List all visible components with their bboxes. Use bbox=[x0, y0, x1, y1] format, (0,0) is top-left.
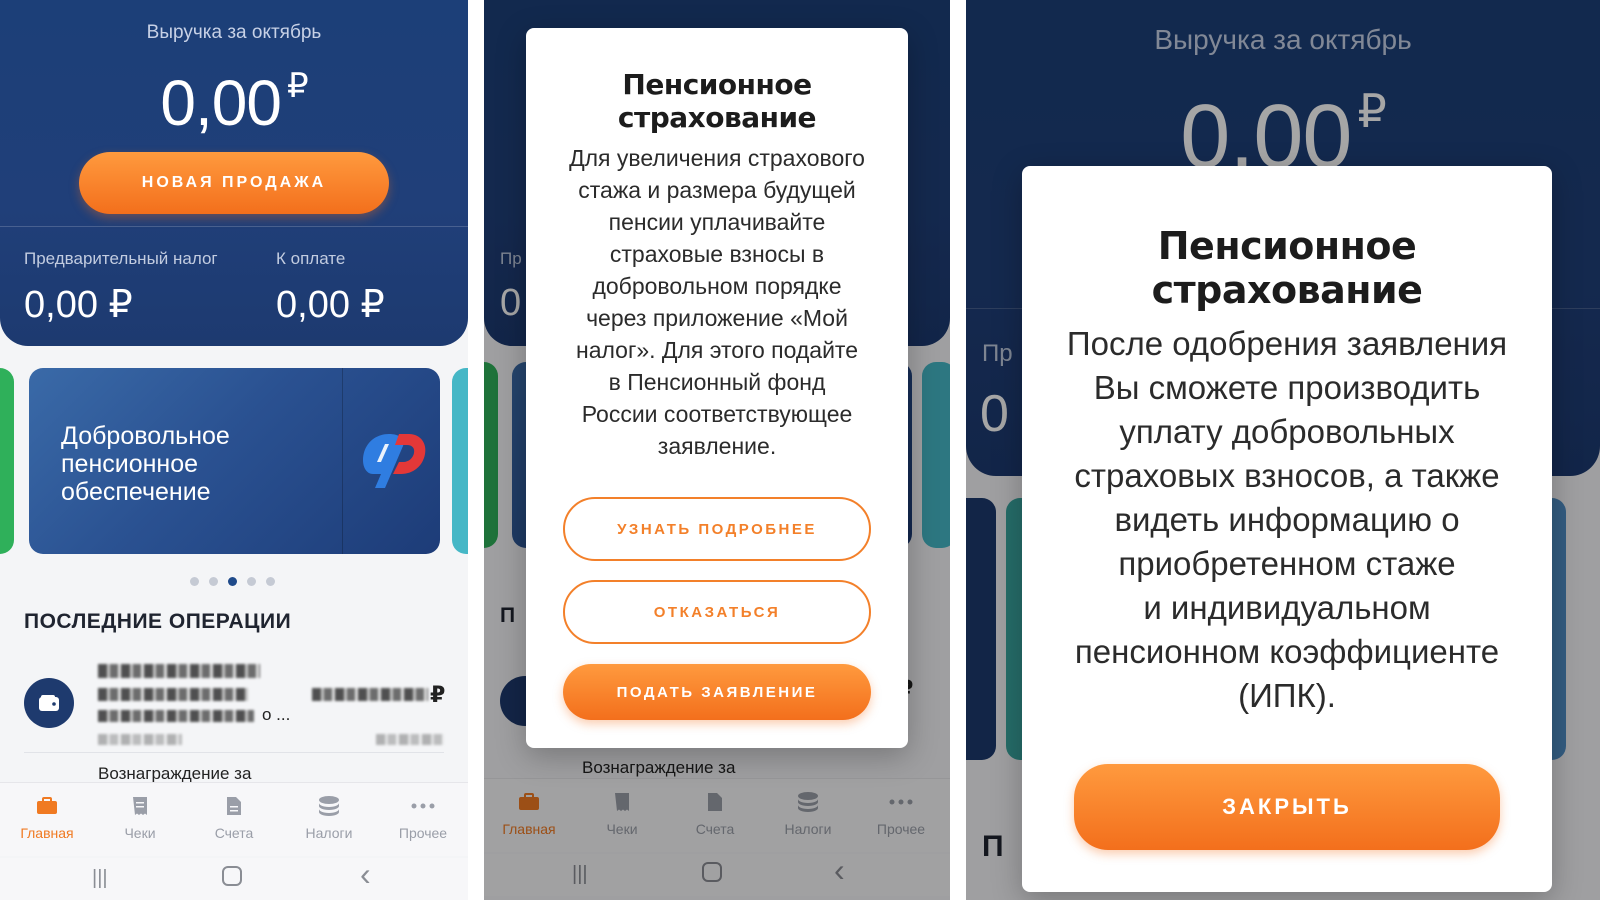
pension-info-screen: Выручка за октябрь 0,00 ₽ Пр 0 П Пенсионн… bbox=[966, 0, 1600, 900]
revenue-title: Выручка за октябрь bbox=[146, 22, 322, 43]
pension-info-dialog: Пенсионное страхование После одобрения з… bbox=[1022, 166, 1552, 892]
dialog-body-line: страховых взносов, а также bbox=[1074, 457, 1500, 494]
carousel-dot[interactable] bbox=[190, 577, 199, 586]
operation-desc-ellipsis: о ... bbox=[262, 705, 291, 724]
revenue-amount: 0,00 ₽ bbox=[160, 67, 308, 139]
tab-taxes[interactable]: Налоги bbox=[284, 793, 374, 841]
dialog-body-line: в Пенсионный фонд bbox=[608, 369, 826, 395]
carousel-prev-card[interactable] bbox=[0, 368, 14, 554]
dialog-body-line: Вы сможете производить bbox=[1093, 369, 1481, 406]
dialog-body-line: пенсионном коэффициенте bbox=[1074, 633, 1500, 670]
dialog-body-line: России соответствующее bbox=[581, 401, 853, 427]
operation-title-redacted bbox=[98, 664, 260, 678]
home-screen: Выручка за октябрь 0,00 ₽ НОВАЯ ПРОДАЖА П… bbox=[0, 0, 468, 900]
bottom-tab-bar: Главная Чеки Счета Налоги Прочее bbox=[0, 782, 468, 856]
close-button[interactable]: ЗАКРЫТЬ bbox=[1074, 764, 1500, 850]
dialog-body-line: уплату добровольных bbox=[1119, 413, 1455, 450]
dialog-body-line: добровольном порядке bbox=[592, 273, 842, 299]
pension-dialog-screen: Пр 0 П ₽ ₽ Вознаграждение за Главная Чек… bbox=[484, 0, 950, 900]
carousel-dot[interactable] bbox=[247, 577, 256, 586]
operation-currency: ₽ bbox=[430, 682, 446, 707]
tab-receipts[interactable]: Чеки bbox=[95, 793, 185, 841]
briefcase-icon bbox=[2, 793, 92, 819]
pension-promo-card[interactable]: Добровольное пенсионное обеспечение bbox=[29, 368, 440, 554]
recent-operations-title: ПОСЛЕДНИЕ ОПЕРАЦИИ bbox=[24, 610, 292, 633]
back-button[interactable]: ‹ bbox=[360, 858, 371, 890]
new-sale-button[interactable]: НОВАЯ ПРОДАЖА bbox=[79, 152, 389, 214]
carousel-dot-active[interactable] bbox=[228, 577, 237, 586]
pension-insurance-dialog: Пенсионное страхование Для увеличения ст… bbox=[526, 28, 908, 748]
dialog-body-line: через приложение «Мой bbox=[586, 305, 848, 331]
more-icon bbox=[378, 793, 468, 819]
dialog-title: Пенсионное страхование bbox=[1151, 224, 1423, 312]
operation-amount-redacted bbox=[312, 688, 428, 701]
carousel-next-card[interactable] bbox=[452, 368, 468, 554]
receipt-icon bbox=[95, 793, 185, 819]
operation-desc-redacted bbox=[98, 710, 254, 722]
to-pay-value: 0,00 ₽ bbox=[276, 284, 385, 326]
next-operation-title: Вознаграждение за bbox=[98, 764, 252, 783]
wallet-icon bbox=[24, 678, 74, 728]
document-icon bbox=[189, 793, 279, 819]
system-nav-bar: ||| ‹ bbox=[0, 858, 468, 900]
hero-divider bbox=[0, 226, 468, 227]
dialog-body-line: заявление. bbox=[657, 433, 777, 459]
carousel-dots[interactable] bbox=[190, 577, 275, 586]
prelim-tax-value: 0,00 ₽ bbox=[24, 284, 133, 326]
carousel-dot[interactable] bbox=[209, 577, 218, 586]
promo-card-text: Добровольное пенсионное обеспечение bbox=[61, 422, 230, 506]
to-pay-label: К оплате bbox=[276, 249, 346, 268]
dialog-body-line: пенсии уплачивайте bbox=[608, 209, 826, 235]
dialog-body-line: (ИПК). bbox=[1238, 677, 1336, 714]
decline-button[interactable]: ОТКАЗАТЬСЯ bbox=[563, 580, 871, 644]
carousel-dot[interactable] bbox=[266, 577, 275, 586]
operation-desc-redacted bbox=[98, 688, 248, 701]
dialog-body-line: приобретенном стаже bbox=[1118, 545, 1456, 582]
card-divider bbox=[342, 368, 343, 554]
dialog-body: Для увеличения страхового стажа и размера… bbox=[542, 142, 892, 462]
learn-more-button[interactable]: УЗНАТЬ ПОДРОБНЕЕ bbox=[563, 497, 871, 561]
tab-more[interactable]: Прочее bbox=[378, 793, 468, 841]
operation-separator bbox=[24, 752, 444, 753]
recents-button[interactable]: ||| bbox=[92, 866, 108, 890]
operation-date-redacted bbox=[98, 734, 182, 745]
dialog-body-line: видеть информацию о bbox=[1114, 501, 1460, 538]
dialog-title: Пенсионное страхование bbox=[617, 68, 817, 134]
tab-home[interactable]: Главная bbox=[2, 793, 92, 841]
coins-icon bbox=[284, 793, 374, 819]
dialog-body-line: После одобрения заявления bbox=[1066, 325, 1508, 362]
dialog-body: После одобрения заявления Вы сможете прои… bbox=[1036, 322, 1538, 718]
submit-application-button[interactable]: ПОДАТЬ ЗАЯВЛЕНИЕ bbox=[563, 664, 871, 720]
sfr-logo-icon bbox=[363, 434, 426, 488]
dialog-body-line: налог». Для этого подайте bbox=[576, 337, 858, 363]
home-button[interactable] bbox=[222, 866, 242, 886]
dialog-body-line: и индивидуальном bbox=[1143, 589, 1431, 626]
operation-status-redacted bbox=[376, 734, 444, 745]
prelim-tax-label: Предварительный налог bbox=[24, 249, 218, 268]
dialog-body-line: стажа и размера будущей bbox=[578, 177, 856, 203]
revenue-header: Выручка за октябрь 0,00 ₽ НОВАЯ ПРОДАЖА П… bbox=[0, 0, 468, 346]
dialog-body-line: Для увеличения страхового bbox=[569, 145, 865, 171]
dialog-body-line: страховые взносы в bbox=[609, 241, 825, 267]
tab-invoices[interactable]: Счета bbox=[189, 793, 279, 841]
